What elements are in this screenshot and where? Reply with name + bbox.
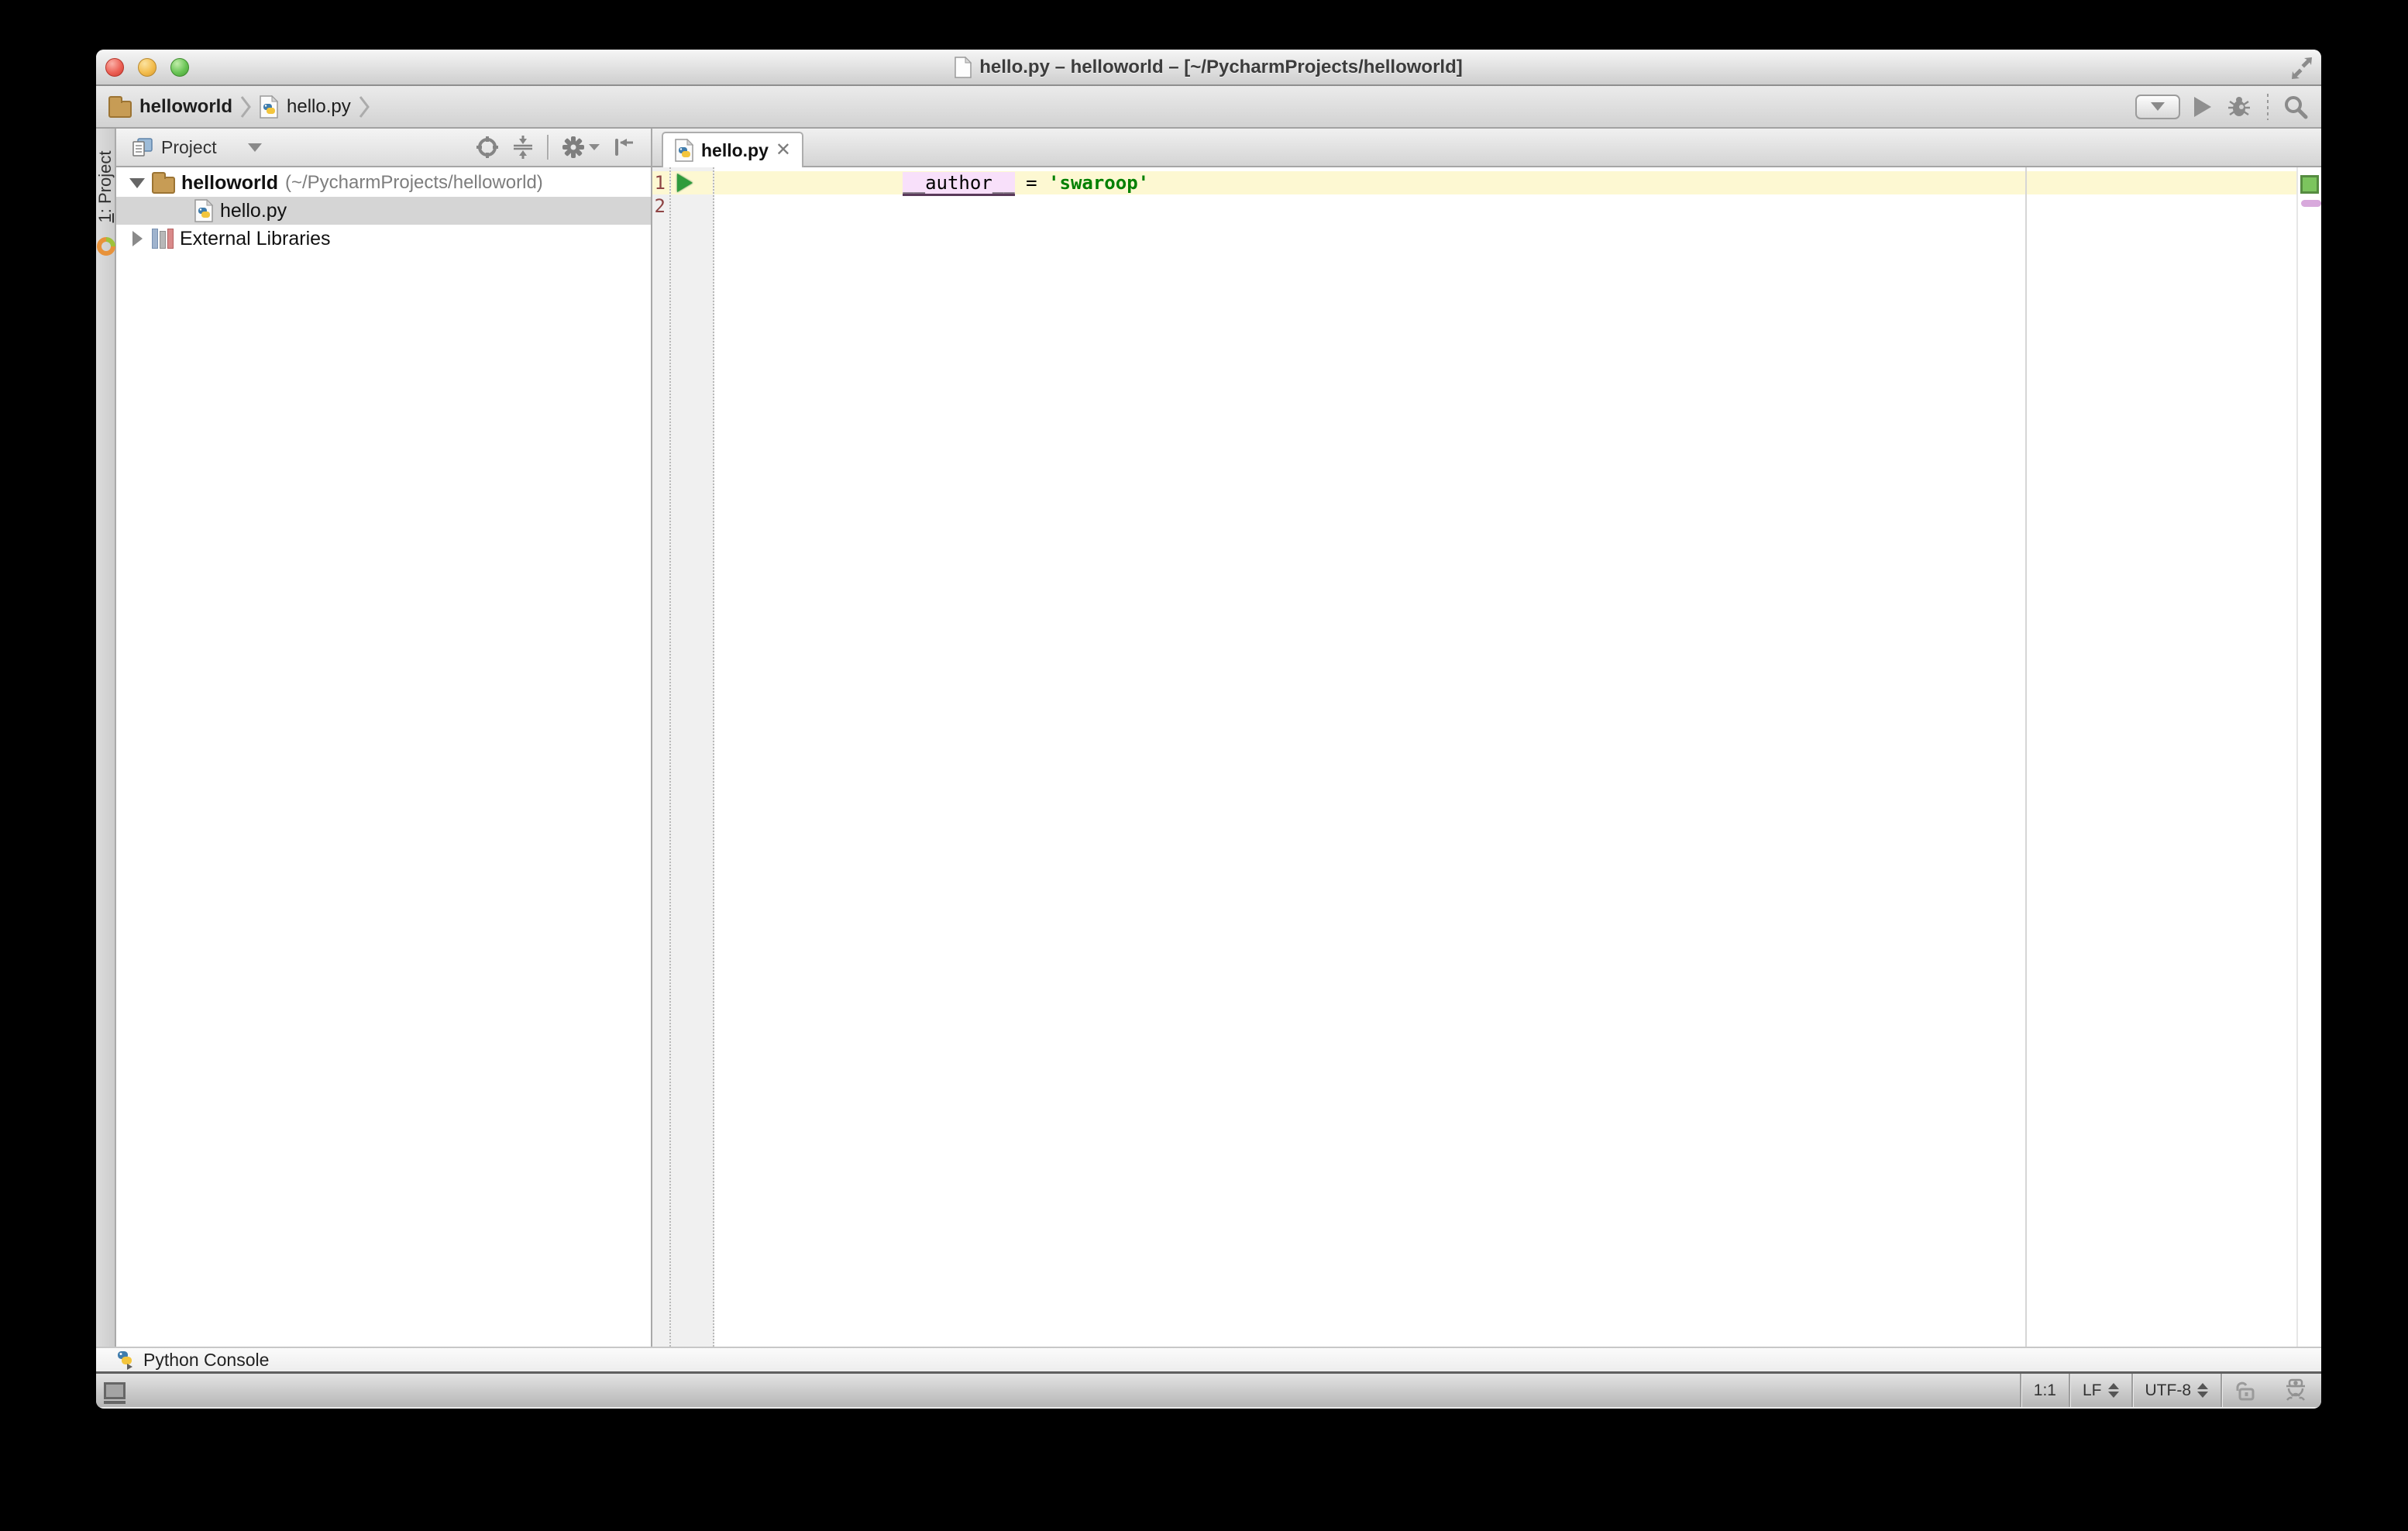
- toolbar-separator: [2267, 94, 2269, 120]
- pycharm-logo-icon: [97, 237, 115, 257]
- python-file-icon: [259, 95, 279, 119]
- annotation-gutter: [671, 167, 714, 1347]
- encoding-selector[interactable]: UTF-8: [2133, 1374, 2221, 1407]
- editor-column: hello.py ✕ 1 2: [652, 129, 2321, 1347]
- tab-label: hello.py: [701, 140, 769, 161]
- run-line-marker-icon[interactable]: [677, 174, 693, 192]
- error-stripe-mark[interactable]: [2301, 200, 2321, 207]
- encoding-value: UTF-8: [2145, 1381, 2192, 1400]
- line-number-gutter: 1 2: [652, 167, 671, 1347]
- python-console-icon: [115, 1349, 136, 1371]
- tab-close-icon[interactable]: ✕: [776, 141, 791, 160]
- navigation-bar: helloworld hello.py: [96, 86, 2321, 129]
- token-operator: =: [1015, 172, 1048, 194]
- tree-row-root[interactable]: helloworld (~/PycharmProjects/helloworld…: [116, 169, 651, 197]
- project-panel-title[interactable]: Project: [161, 137, 217, 158]
- error-stripe-column[interactable]: [2296, 167, 2321, 1347]
- mnemonic: 1: [96, 213, 115, 222]
- hide-panel-icon[interactable]: [612, 136, 635, 159]
- gear-icon[interactable]: [561, 135, 600, 160]
- titlebar[interactable]: hello.py – helloworld – [~/PycharmProjec…: [96, 50, 2321, 86]
- toolwindow-toggle-icon[interactable]: [104, 1382, 126, 1399]
- document-icon: [955, 57, 972, 78]
- main-area: 1: Project: [96, 129, 2321, 1347]
- inspection-ok-icon[interactable]: [2300, 175, 2319, 194]
- breadcrumb-chevron-icon: [240, 95, 251, 119]
- project-tree: helloworld (~/PycharmProjects/helloworld…: [116, 167, 651, 1347]
- tree-root-path: (~/PycharmProjects/helloworld): [285, 172, 543, 194]
- python-console-button[interactable]: Python Console: [107, 1348, 277, 1371]
- minimize-window-button[interactable]: [138, 58, 157, 77]
- window-title: hello.py – helloworld – [~/PycharmProjec…: [979, 57, 1462, 78]
- debug-button[interactable]: [2225, 94, 2253, 120]
- zoom-window-button[interactable]: [170, 58, 189, 77]
- fullscreen-icon[interactable]: [2289, 56, 2315, 81]
- updown-arrows-icon: [2197, 1383, 2208, 1398]
- project-toolwindow-button[interactable]: 1: Project: [96, 136, 115, 237]
- python-console-label: Python Console: [143, 1350, 269, 1371]
- screen-background: hello.py – helloworld – [~/PycharmProjec…: [0, 0, 2408, 1531]
- project-view-icon: [132, 137, 153, 157]
- status-bar: 1:1 LF UTF-8: [96, 1374, 2321, 1407]
- collapse-all-icon[interactable]: [511, 135, 535, 160]
- expanded-triangle-icon[interactable]: [129, 178, 145, 188]
- tab-hello-py[interactable]: hello.py ✕: [662, 132, 803, 167]
- breadcrumb-item-file[interactable]: hello.py: [287, 96, 351, 118]
- tree-file-label: hello.py: [220, 200, 287, 222]
- editor-tab-bar: hello.py ✕: [652, 129, 2321, 167]
- project-panel: Project: [116, 129, 652, 1347]
- right-margin-guide: [2025, 167, 2027, 1347]
- run-button[interactable]: [2194, 97, 2211, 117]
- bottom-toolwindow-bar: Python Console: [96, 1347, 2321, 1374]
- breadcrumb-chevron-icon: [359, 95, 370, 119]
- code-area[interactable]: __author__ = 'swaroop': [714, 167, 2296, 1347]
- python-file-icon: [194, 199, 214, 222]
- pycharm-window: hello.py – helloworld – [~/PycharmProjec…: [96, 50, 2321, 1409]
- readonly-lock-icon[interactable]: [2222, 1374, 2270, 1407]
- updown-arrows-icon: [2108, 1383, 2119, 1398]
- toolwindow-strip: 1: Project: [96, 129, 116, 1347]
- token-author-variable: __author__: [903, 172, 1015, 196]
- tree-row-external-libraries[interactable]: External Libraries: [116, 225, 651, 253]
- line-separator-value: LF: [2083, 1381, 2102, 1400]
- chevron-down-icon: [2151, 102, 2165, 111]
- folder-icon: [152, 177, 175, 194]
- folder-icon: [108, 101, 132, 118]
- token-string: 'swaroop': [1048, 172, 1149, 194]
- editor[interactable]: 1 2 __author__ = 'swaroop': [652, 167, 2321, 1347]
- project-button-label: : Project: [96, 151, 115, 214]
- close-window-button[interactable]: [105, 58, 124, 77]
- hector-inspector-icon[interactable]: [2270, 1374, 2313, 1407]
- run-configuration-dropdown[interactable]: [2135, 95, 2180, 119]
- chevron-down-icon[interactable]: [248, 143, 262, 152]
- caret-position[interactable]: 1:1: [2021, 1374, 2069, 1407]
- line-number: 1: [652, 172, 669, 194]
- collapsed-triangle-icon[interactable]: [132, 231, 143, 246]
- caret-position-value: 1:1: [2034, 1381, 2056, 1400]
- code-line-1: __author__ = 'swaroop': [714, 171, 2296, 194]
- line-number: 2: [652, 195, 669, 217]
- breadcrumb-item-project[interactable]: helloworld: [139, 96, 232, 118]
- title-group: hello.py – helloworld – [~/PycharmProjec…: [96, 57, 2321, 78]
- breadcrumb: helloworld hello.py: [108, 95, 370, 119]
- traffic-lights: [96, 58, 189, 77]
- python-file-icon: [674, 139, 694, 162]
- chevron-down-icon: [589, 144, 600, 150]
- search-everywhere-icon[interactable]: [2282, 94, 2309, 120]
- toolbar-separator: [547, 135, 549, 160]
- tree-row-file-selected[interactable]: hello.py: [116, 197, 651, 225]
- external-libraries-icon: [152, 229, 174, 249]
- locate-icon[interactable]: [476, 136, 499, 159]
- tree-libraries-label: External Libraries: [180, 228, 331, 250]
- project-panel-header: Project: [116, 129, 651, 167]
- run-toolbar: [2135, 94, 2309, 120]
- line-separator-selector[interactable]: LF: [2070, 1374, 2131, 1407]
- tree-root-label: helloworld: [181, 172, 278, 194]
